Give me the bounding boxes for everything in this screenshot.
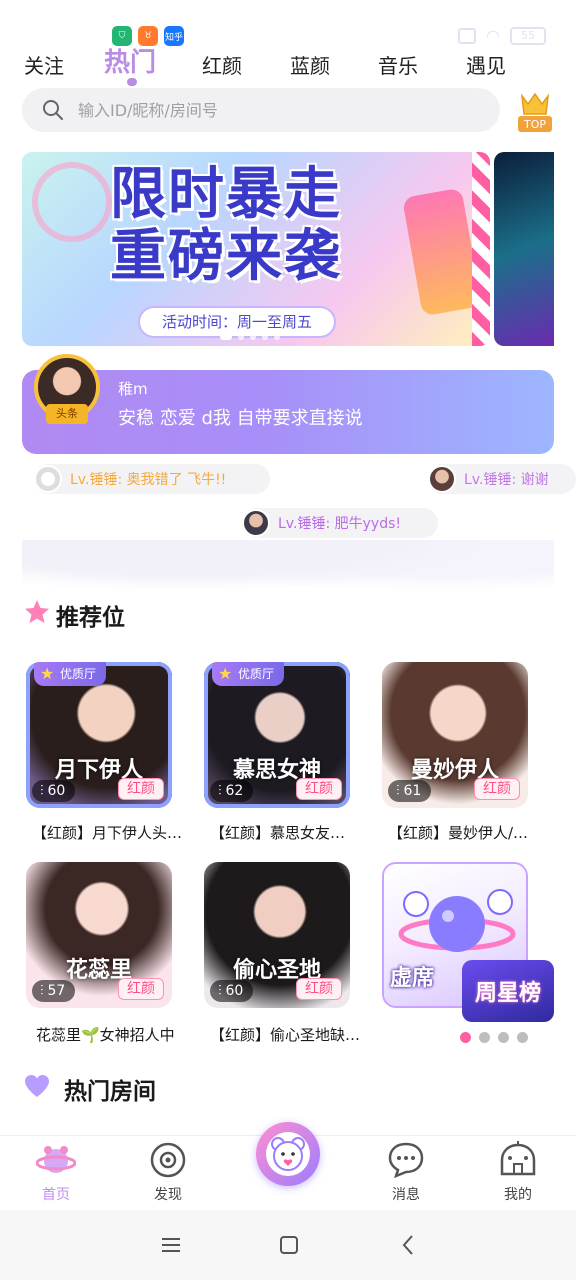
tab-hongyan[interactable]: 红颜: [202, 50, 242, 79]
promo-banner[interactable]: 限时暴走 重磅来袭 活动时间：周一至周五: [22, 152, 490, 346]
house-profile-icon: [500, 1141, 536, 1176]
avatar: [242, 509, 270, 537]
weekly-star-badge: 周星榜: [462, 960, 554, 1022]
host-message: 安稳 恋爱 d我 自带要求直接说: [118, 408, 363, 429]
banner-title-line2: 重磅来袭: [110, 224, 342, 289]
room-title[interactable]: 【红颜】慕思女友…: [210, 822, 345, 843]
search-bar[interactable]: [22, 88, 500, 132]
listener-count: ⫶ 60: [32, 780, 76, 802]
room-card[interactable]: 偷心圣地 ⫶ 60 红颜: [204, 862, 350, 1008]
planet-illustration: [398, 889, 516, 952]
signal-icon: ⫶: [218, 983, 222, 999]
quality-badge: 优质厅: [34, 662, 107, 686]
category-tabs: 关注 热门 红颜 蓝颜 音乐 遇见: [0, 40, 576, 90]
back-button[interactable]: [394, 1232, 424, 1258]
signal-icon: ⫶: [40, 783, 44, 799]
wave-decoration: [22, 540, 554, 600]
danmaku-message: Lv.锤锤: 肥牛yyds!: [242, 508, 438, 538]
banner-title-line1: 限时暴走: [110, 162, 342, 227]
listener-count: ⫶ 57: [32, 980, 76, 1002]
system-navigation-bar: [0, 1210, 576, 1280]
nav-label: 首页: [42, 1187, 70, 1203]
banner-pagination: [220, 334, 280, 340]
next-banner-preview[interactable]: [494, 152, 554, 346]
tab-hot[interactable]: 热门: [104, 42, 156, 79]
character-illustration: [402, 187, 482, 317]
headline-badge: 头条: [46, 404, 88, 424]
tab-follow[interactable]: 关注: [24, 50, 64, 79]
room-title[interactable]: 花蕊里🌱女神招人中: [36, 1024, 175, 1045]
active-tab-indicator: [127, 78, 137, 86]
search-icon: [43, 100, 63, 120]
avatar: [428, 465, 456, 493]
danmaku-message: Lv.锤锤: 奥我错了 飞牛!!: [34, 464, 270, 494]
discover-eye-icon: [150, 1142, 186, 1178]
listener-count: ⫶ 60: [210, 980, 254, 1002]
recommend-pagination: [460, 1032, 528, 1043]
banner-title: 限时暴走 重磅来袭: [110, 164, 342, 288]
nav-profile[interactable]: 我的: [478, 1136, 558, 1210]
danmaku-text: Lv.锤锤: 奥我错了 飞牛!!: [70, 472, 227, 488]
avatar: [34, 465, 62, 493]
danmaku-text: Lv.锤锤: 肥牛yyds!: [278, 516, 401, 532]
danmaku-message: Lv.锤锤: 谢谢: [428, 464, 576, 494]
recent-apps-button[interactable]: [156, 1232, 186, 1258]
section-title-recommended: 推荐位: [56, 605, 125, 631]
planet-home-icon: [36, 1146, 76, 1173]
room-title[interactable]: 【红颜】曼妙伊人/…: [388, 822, 528, 843]
bear-mascot-icon: [266, 1132, 310, 1176]
room-card[interactable]: 曼妙伊人 ⫶ 61 红颜: [382, 662, 528, 808]
room-card[interactable]: 优质厅 月下伊人 ⫶60 红颜: [26, 662, 172, 808]
nav-discover[interactable]: 发现: [128, 1136, 208, 1210]
signal-icon: ⫶: [218, 783, 222, 799]
top-ranking-button[interactable]: TOP: [514, 90, 556, 134]
clock-decoration: [32, 162, 112, 242]
listener-count: ⫶ 62: [210, 780, 254, 802]
room-card[interactable]: 优质厅 慕思女神 ⫶62 红颜: [204, 662, 350, 808]
purple-heart-icon: [25, 1075, 49, 1097]
message-bubble-icon: [388, 1142, 424, 1179]
room-title[interactable]: 【红颜】月下伊人头…: [32, 822, 182, 843]
signal-icon: ⫶: [396, 783, 400, 799]
status-bar: 下午2:39 ⛉ ♉ 知乎 ◠ 55: [0, 0, 576, 48]
danmaku-text: Lv.锤锤: 谢谢: [464, 472, 549, 488]
pink-star-icon: [25, 600, 49, 623]
create-room-button[interactable]: [256, 1122, 320, 1186]
category-tag: 红颜: [118, 778, 164, 800]
nav-messages[interactable]: 消息: [366, 1136, 446, 1210]
home-button[interactable]: [274, 1232, 304, 1258]
category-tag: 红颜: [296, 778, 342, 800]
category-tag: 红颜: [296, 978, 342, 1000]
quality-badge: 优质厅: [212, 662, 285, 686]
search-input[interactable]: [78, 100, 458, 120]
tab-lanyan[interactable]: 蓝颜: [290, 50, 330, 79]
tab-music[interactable]: 音乐: [378, 50, 418, 79]
room-title[interactable]: 【红颜】偷心圣地缺…: [210, 1024, 360, 1045]
listener-count: ⫶ 61: [388, 780, 432, 802]
category-tag: 红颜: [474, 778, 520, 800]
room-card[interactable]: 花蕊里 ⫶ 57 红颜: [26, 862, 172, 1008]
weekly-banner-text: 虚席: [390, 966, 435, 991]
signal-icon: ⫶: [40, 983, 44, 999]
category-tag: 红颜: [118, 978, 164, 1000]
nav-label: 我的: [504, 1187, 532, 1203]
top-badge-label: TOP: [523, 118, 546, 131]
nav-home[interactable]: 首页: [16, 1136, 96, 1210]
section-title-hot-rooms: 热门房间: [64, 1079, 156, 1105]
stripe-decoration: [472, 152, 490, 346]
tab-meet[interactable]: 遇见: [466, 50, 506, 79]
host-name: 稚m: [118, 380, 148, 398]
banner-subtitle: 活动时间：周一至周五: [140, 308, 335, 336]
nav-label: 消息: [392, 1187, 420, 1203]
nav-label: 发现: [154, 1187, 182, 1203]
